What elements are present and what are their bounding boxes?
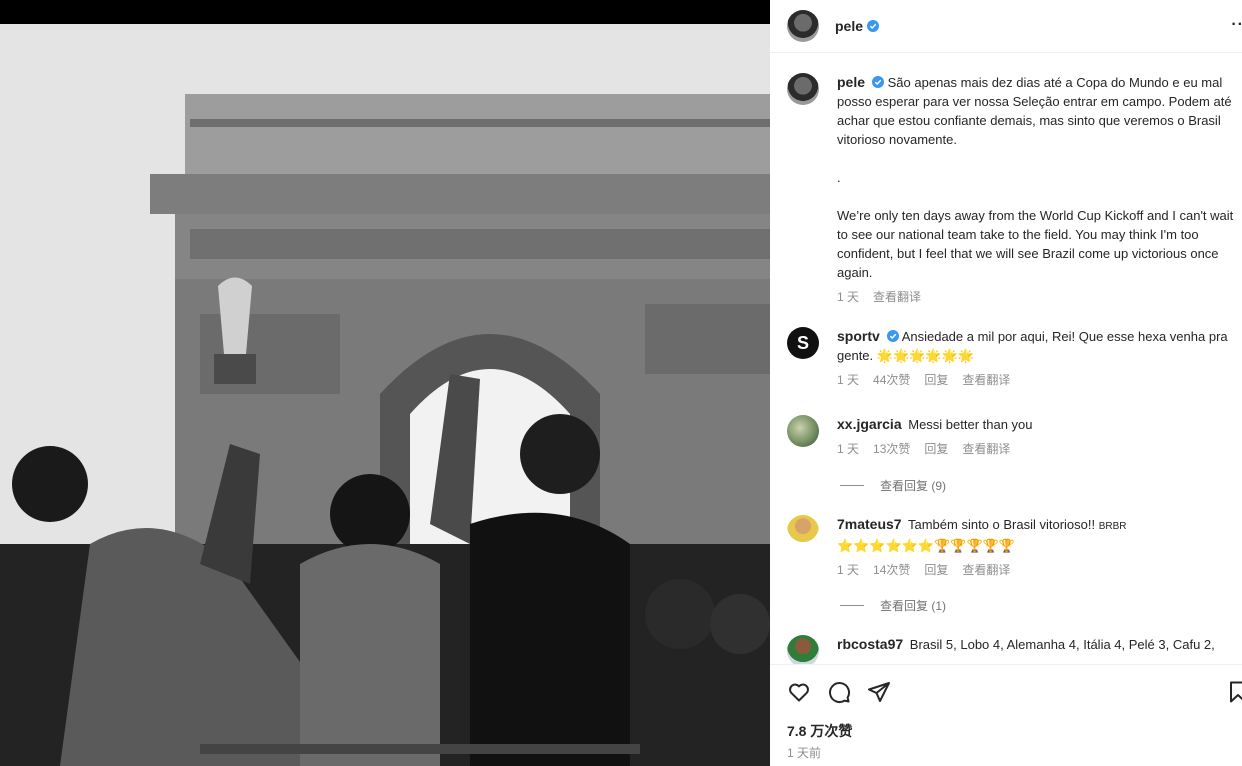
avatar[interactable] <box>787 73 819 105</box>
post-photo-illustration <box>0 24 770 766</box>
caption-username[interactable]: pele <box>837 74 865 90</box>
avatar[interactable] <box>787 515 819 547</box>
post-timestamp: 1 天前 <box>787 746 822 760</box>
comments-list[interactable]: pele São apenas mais dez dias até a Copa… <box>770 53 1242 664</box>
comment-likes[interactable]: 14次赞 <box>873 561 910 580</box>
comment-text-suffix: BRBR <box>1098 521 1127 532</box>
comment-time: 1 天 <box>837 563 860 577</box>
caption-text-en: We’re only ten days away from the World … <box>837 208 1234 280</box>
caption-text-pt: São apenas mais dez dias até a Copa do M… <box>837 75 1232 147</box>
comment-emoji: ⭐⭐⭐⭐⭐⭐🏆🏆🏆🏆🏆 <box>837 538 1016 553</box>
verified-badge-icon <box>872 76 885 88</box>
view-replies-button[interactable]: 查看回复 (9) <box>840 477 946 494</box>
like-count[interactable]: 7.8 万次赞 <box>787 721 852 741</box>
comment-likes[interactable]: 44次赞 <box>873 371 910 390</box>
verified-badge-icon <box>886 330 899 342</box>
caption-time: 1 天 <box>837 290 860 304</box>
comment-emoji: 🌟🌟🌟🌟🌟🌟 <box>876 348 974 363</box>
reply-button[interactable]: 回复 <box>924 440 948 459</box>
avatar[interactable] <box>787 635 819 664</box>
comment-username[interactable]: xx.jgarcia <box>837 416 902 432</box>
avatar[interactable]: S <box>787 327 819 359</box>
post-header: pele ·· <box>770 0 1242 53</box>
view-replies-button[interactable]: 查看回复 (1) <box>840 597 946 614</box>
post-photo[interactable] <box>0 24 770 766</box>
caption-dot: . <box>837 170 841 185</box>
comment-item: rbcosta97 Brasil 5, Lobo 4, Alemanha 4, … <box>787 635 1242 664</box>
comment-item: 7mateus7 Também sinto o Brasil vitorioso… <box>787 515 1242 580</box>
comment-text: Messi better than you <box>908 417 1033 432</box>
view-replies-label: 查看回复 (1) <box>880 599 947 613</box>
see-translation-button[interactable]: 查看翻译 <box>962 440 1010 459</box>
comment-username[interactable]: 7mateus7 <box>837 516 902 532</box>
heart-icon[interactable] <box>787 680 811 704</box>
verified-badge-icon <box>867 20 880 32</box>
post-username[interactable]: pele <box>835 18 863 34</box>
see-translation-button[interactable]: 查看翻译 <box>873 288 921 307</box>
bookmark-icon[interactable] <box>1226 680 1242 704</box>
comment-username[interactable]: rbcosta97 <box>837 636 903 652</box>
post-actions: 7.8 万次赞 1 天前 <box>770 664 1242 766</box>
paper-plane-icon[interactable] <box>867 680 891 704</box>
view-replies-label: 查看回复 (9) <box>880 479 947 493</box>
comment-text: Também sinto o Brasil vitorioso!! <box>907 517 1099 532</box>
comment-time: 1 天 <box>837 373 860 387</box>
caption: pele São apenas mais dez dias até a Copa… <box>787 73 1242 307</box>
comment-item: S sportv Ansiedade a mil por aqui, Rei! … <box>787 327 1242 390</box>
see-translation-button[interactable]: 查看翻译 <box>962 371 1010 390</box>
railing <box>200 744 640 754</box>
comment-item: xx.jgarcia Messi better than you 1 天 13次… <box>787 415 1242 459</box>
reply-button[interactable]: 回复 <box>924 371 948 390</box>
avatar[interactable] <box>787 10 819 42</box>
comment-likes[interactable]: 13次赞 <box>873 440 910 459</box>
avatar[interactable] <box>787 415 819 447</box>
comment-text: Brasil 5, Lobo 4, Alemanha 4, Itália 4, … <box>909 637 1215 652</box>
top-bar <box>0 0 770 24</box>
more-options-icon[interactable]: ·· <box>1231 16 1242 34</box>
comment-username[interactable]: sportv <box>837 328 880 344</box>
see-translation-button[interactable]: 查看翻译 <box>962 561 1010 580</box>
comment-icon[interactable] <box>827 680 851 704</box>
comment-time: 1 天 <box>837 442 860 456</box>
post-panel: pele ·· pele São apenas mais dez dias at… <box>770 0 1242 766</box>
reply-button[interactable]: 回复 <box>924 561 948 580</box>
